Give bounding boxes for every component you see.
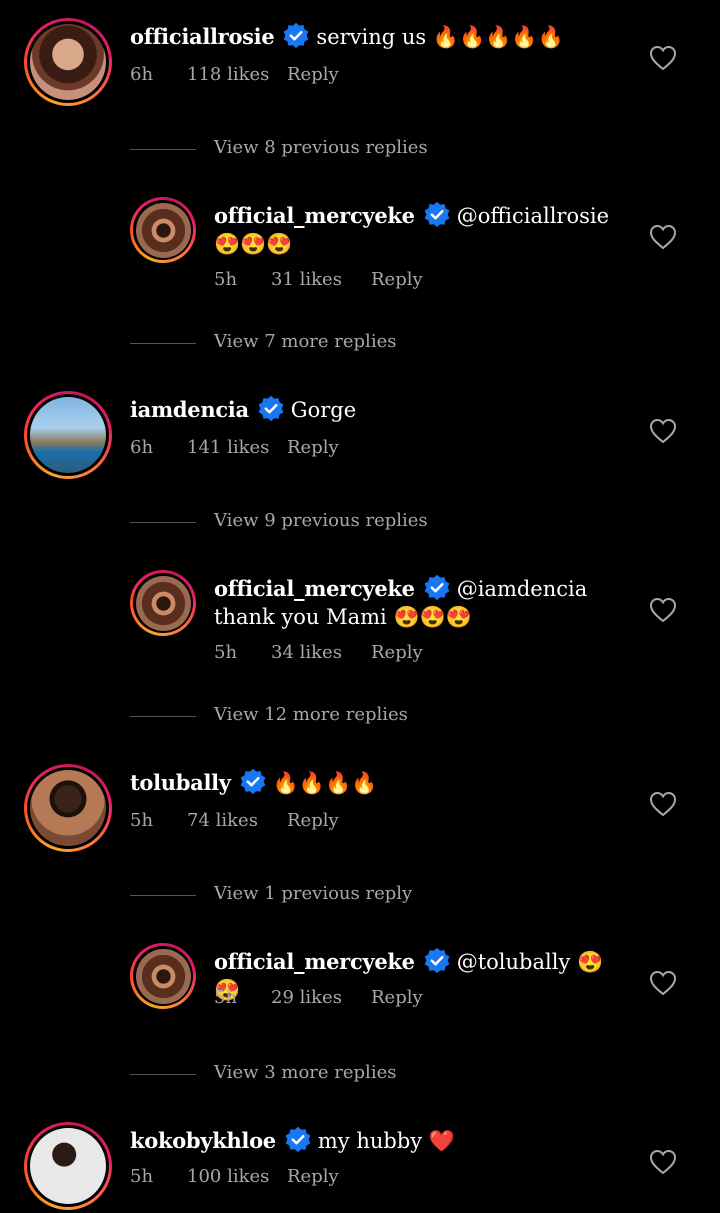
view-previous-replies[interactable]: View 8 previous replies — [130, 137, 630, 161]
divider-line — [130, 895, 196, 896]
comment-body: my hubby ❤️ — [317, 1129, 455, 1153]
view-more-replies[interactable]: View 7 more replies — [130, 331, 630, 355]
divider-line — [130, 149, 196, 150]
avatar[interactable] — [24, 391, 112, 479]
view-replies-label: View 12 more replies — [214, 704, 408, 725]
verified-badge-icon — [257, 395, 285, 423]
timestamp: 5h — [130, 810, 154, 831]
comment-text: official_mercyeke @iamdencia thank you Ma… — [214, 574, 624, 631]
avatar[interactable] — [24, 18, 112, 106]
heart-icon[interactable] — [649, 1149, 677, 1175]
comment-body: Gorge — [290, 398, 357, 422]
username[interactable]: iamdencia — [130, 397, 249, 422]
view-replies-label: View 7 more replies — [214, 331, 397, 352]
likes-count[interactable]: 31 likes — [271, 269, 371, 290]
comment: iamdencia Gorge 6h 141 likes Reply — [0, 391, 720, 481]
verified-badge-icon — [423, 201, 451, 229]
comment-meta: 5h 31 likes Reply — [214, 269, 423, 290]
heart-icon[interactable] — [649, 597, 677, 623]
likes-count[interactable]: 141 likes — [187, 437, 287, 458]
timestamp: 6h — [130, 437, 154, 458]
view-replies-label: View 3 more replies — [214, 1062, 397, 1083]
heart-icon[interactable] — [649, 791, 677, 817]
verified-badge-icon — [239, 768, 267, 796]
comment-text: officiallrosie serving us 🔥🔥🔥🔥🔥 — [130, 22, 630, 51]
comment-text: kokobykhloe my hubby ❤️ — [130, 1126, 630, 1155]
reply-button[interactable]: Reply — [287, 810, 339, 831]
comment: officiallrosie serving us 🔥🔥🔥🔥🔥 6h 118 li… — [0, 18, 720, 108]
heart-icon[interactable] — [649, 224, 677, 250]
comment-meta: 5h 100 likes Reply — [130, 1166, 339, 1187]
heart-icon[interactable] — [649, 418, 677, 444]
comment-text: official_mercyeke @officiallrosie 😍😍😍 — [214, 201, 624, 258]
reply-comment: official_mercyeke @iamdencia thank you Ma… — [0, 570, 720, 670]
view-replies-label: View 9 previous replies — [214, 510, 428, 531]
view-replies-label: View 1 previous reply — [214, 883, 413, 904]
likes-count[interactable]: 29 likes — [271, 987, 371, 1008]
comment-body: 🔥🔥🔥🔥 — [272, 771, 378, 795]
comment-body: serving us 🔥🔥🔥🔥🔥 — [316, 25, 564, 49]
timestamp: 5h — [214, 642, 238, 663]
avatar[interactable] — [130, 943, 196, 1009]
view-previous-replies[interactable]: View 1 previous reply — [130, 883, 630, 907]
comment: tolubally 🔥🔥🔥🔥 5h 74 likes Reply — [0, 764, 720, 854]
avatar[interactable] — [130, 570, 196, 636]
view-more-replies[interactable]: View 3 more replies — [130, 1062, 630, 1086]
reply-button[interactable]: Reply — [287, 1166, 339, 1187]
username[interactable]: official_mercyeke — [214, 203, 415, 228]
verified-badge-icon — [423, 947, 451, 975]
comment-meta: 6h 141 likes Reply — [130, 437, 339, 458]
verified-badge-icon — [423, 574, 451, 602]
reply-comment: official_mercyeke @tolubally 😍😍 5h 29 lik… — [0, 943, 720, 1013]
timestamp: 5h — [214, 269, 238, 290]
username[interactable]: official_mercyeke — [214, 949, 415, 974]
reply-button[interactable]: Reply — [287, 437, 339, 458]
username[interactable]: officiallrosie — [130, 24, 275, 49]
divider-line — [130, 1074, 196, 1075]
avatar[interactable] — [130, 197, 196, 263]
comment-meta: 5h 29 likes Reply — [214, 987, 423, 1008]
heart-icon[interactable] — [649, 970, 677, 996]
timestamp: 5h — [214, 987, 238, 1008]
timestamp: 6h — [130, 64, 154, 85]
heart-icon[interactable] — [649, 45, 677, 71]
divider-line — [130, 343, 196, 344]
comment-text: tolubally 🔥🔥🔥🔥 — [130, 768, 630, 797]
verified-badge-icon — [284, 1126, 312, 1154]
view-previous-replies[interactable]: View 9 previous replies — [130, 510, 630, 534]
divider-line — [130, 522, 196, 523]
comment-meta: 5h 34 likes Reply — [214, 642, 423, 663]
reply-button[interactable]: Reply — [371, 987, 423, 1008]
view-more-replies[interactable]: View 12 more replies — [130, 704, 630, 728]
timestamp: 5h — [130, 1166, 154, 1187]
comment: kokobykhloe my hubby ❤️ 5h 100 likes Repl… — [0, 1122, 720, 1212]
divider-line — [130, 716, 196, 717]
comment-text: iamdencia Gorge — [130, 395, 630, 424]
username[interactable]: official_mercyeke — [214, 576, 415, 601]
comment-meta: 5h 74 likes Reply — [130, 810, 339, 831]
avatar[interactable] — [24, 1122, 112, 1210]
avatar[interactable] — [24, 764, 112, 852]
likes-count[interactable]: 74 likes — [187, 810, 287, 831]
verified-badge-icon — [282, 22, 310, 50]
likes-count[interactable]: 100 likes — [187, 1166, 287, 1187]
username[interactable]: tolubally — [130, 770, 231, 795]
username[interactable]: kokobykhloe — [130, 1128, 276, 1153]
comment-meta: 6h 118 likes Reply — [130, 64, 339, 85]
likes-count[interactable]: 34 likes — [271, 642, 371, 663]
reply-button[interactable]: Reply — [287, 64, 339, 85]
reply-comment: official_mercyeke @officiallrosie 😍😍😍 5h … — [0, 197, 720, 297]
view-replies-label: View 8 previous replies — [214, 137, 428, 158]
likes-count[interactable]: 118 likes — [187, 64, 287, 85]
reply-button[interactable]: Reply — [371, 642, 423, 663]
reply-button[interactable]: Reply — [371, 269, 423, 290]
